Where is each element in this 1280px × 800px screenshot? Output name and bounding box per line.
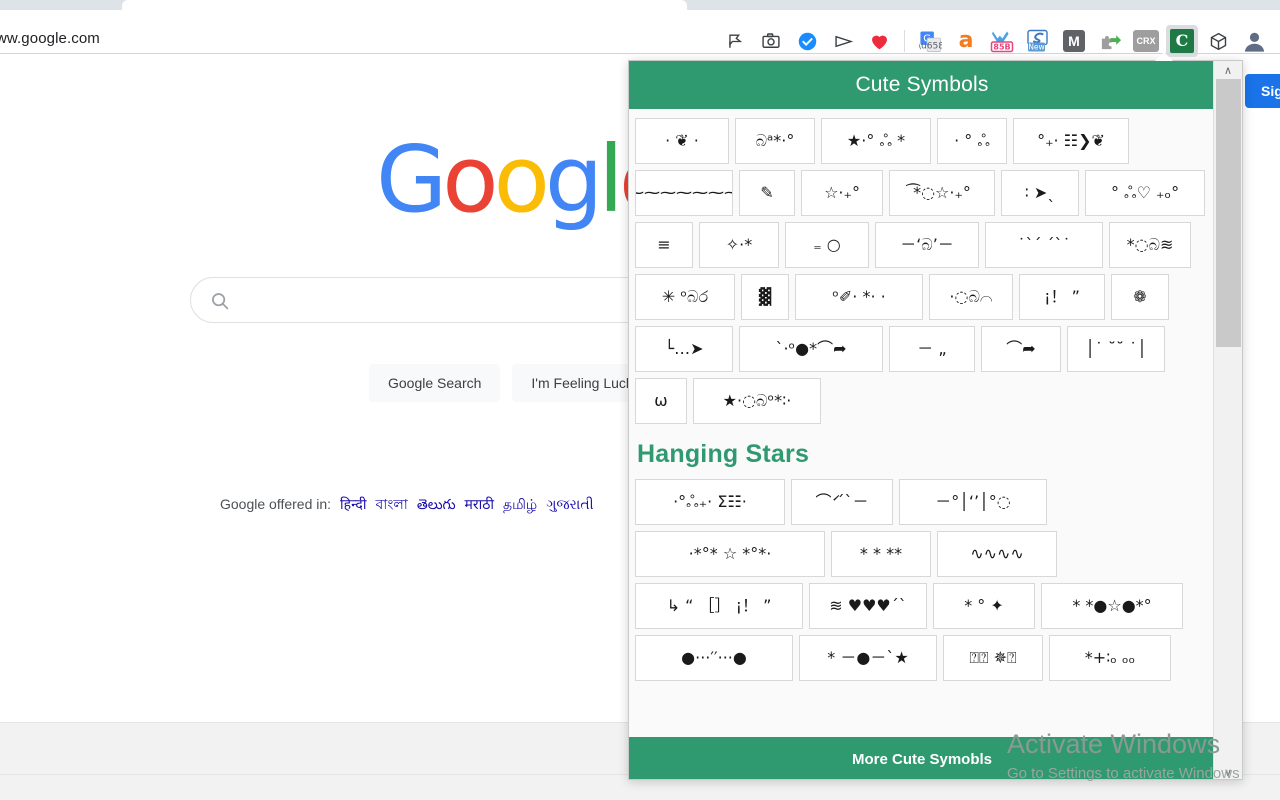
popup-scrollbar[interactable]: ∧ ∨ [1213,61,1242,779]
toolbar-divider [904,30,905,52]
symbol-tile[interactable]: ✧·* [699,222,779,268]
symbol-tile[interactable]: ⍰⍰ ✵⍰ [943,635,1043,681]
symbol-tile[interactable]: · ° ஃ [937,118,1007,164]
logo-letter-o2: o [493,126,550,233]
tab-strip [0,0,1280,10]
language-link-bengali[interactable]: বাংলা [376,496,408,512]
offered-in-row: Google offered in: हिन्दी বাংলা తెలుగు मराठी… [220,493,594,517]
symbol-tile[interactable]: ≡ [635,222,693,268]
symbol-tile[interactable]: ∶ ➤ˎ [1001,170,1079,216]
address-bar[interactable]: ww.google.com [0,30,100,47]
search-buttons-row: Google Search I'm Feeling Lucky [369,364,659,402]
symbol-tile[interactable]: බᵃ*·° [735,118,815,164]
letter-m-glyph: M [1063,30,1085,52]
symbol-tile[interactable]: · ❦ · [635,118,729,164]
symbol-tile[interactable]: ✳ ᵒබර [635,274,735,320]
symbol-tile[interactable]: ✎ [739,170,795,216]
symbol-tile[interactable]: ⌒➦ [981,326,1061,372]
svg-text:\u6587: \u6587 [919,41,942,51]
language-link-tamil[interactable]: தமிழ் [503,496,537,512]
logo-letter-g2: g [544,126,603,233]
logo-letter-l: l [598,126,623,233]
sign-in-button[interactable]: Sign in [1245,74,1280,108]
symbol-tile[interactable]: *+∶ₒ ₒₒ [1049,635,1171,681]
symbol-tile[interactable]: `·ᵒ●*⌒➦ [739,326,883,372]
symbol-tile[interactable]: │˙ ˘˘ ˙│ [1067,326,1165,372]
symbol-tile[interactable]: ☆·₊° [801,170,883,216]
svg-text:85B: 85B [993,42,1010,51]
search-icon [209,290,231,312]
symbol-tile[interactable]: ⁓⁓⁓⁓⁓⁓⁓ [635,170,733,216]
scrollbar-down-arrow[interactable]: ∨ [1214,763,1242,779]
symbol-sections: · ❦ ·බᵃ*·°★·° ஃ *· ° ஃ°₊· ☷❯❦ ⁓⁓⁓⁓⁓⁓⁓✎☆·₊… [635,118,1209,681]
language-link-telugu[interactable]: తెలుగు [417,496,456,512]
symbol-tile[interactable]: °₊· ☷❯❦ [1013,118,1129,164]
symbol-tile[interactable]: －‘බ’－ [875,222,979,268]
sign-in-label: Sign in [1261,83,1280,99]
extension-toolbar: G \u6587 a 85B [717,20,1272,62]
symbol-tile[interactable]: * ° ✦ [933,583,1035,629]
popup-header: Cute Symbols [629,61,1215,109]
language-link-gujarati[interactable]: ગુજરાતી [546,496,593,512]
offered-in-label: Google offered in: [220,496,332,512]
logo-letter-o1: o [442,126,498,233]
symbol-tile[interactable]: ˙`´ ´`˙ [985,222,1103,268]
symbol-tile[interactable]: ͡*◌☆·₊° [889,170,995,216]
symbol-tile[interactable]: ∿∿∿∿ [937,531,1057,577]
symbol-tile[interactable]: └…➤ [635,326,733,372]
symbol-tile[interactable]: ·*°* ☆ *°*· [635,531,825,577]
language-link-marathi[interactable]: मराठी [465,496,494,512]
scrollbar-thumb[interactable] [1216,79,1241,347]
symbol-tile[interactable]: ·°ஃ₊· Σ☷· [635,479,785,525]
toolbar-divider-line [0,53,1280,54]
crx-glyph: CRX [1133,30,1159,52]
active-tab[interactable] [122,0,687,10]
google-logo: Google [376,134,675,226]
symbol-tile[interactable]: ₌ ○ [785,222,869,268]
popup-caret [1155,52,1173,61]
symbol-tile[interactable]: *◌බ≋ [1109,222,1191,268]
symbol-tile[interactable]: * －●－`★ [799,635,937,681]
symbol-tile[interactable]: ¡！ ” [1019,274,1105,320]
symbol-tile[interactable]: ★·◌බᵒ*∶· [693,378,821,424]
google-search-button[interactable]: Google Search [369,364,501,402]
browser-toolbar: ww.google.com \u65 a 85B New M CRX C [0,10,1280,57]
symbol-tile[interactable]: ° ஃ♡ ₊ₒ° [1085,170,1205,216]
symbol-tile[interactable]: ●···′′···● [635,635,793,681]
cute-symbols-glyph: C [1170,29,1194,53]
symbol-tile[interactable]: ▓ [741,274,789,320]
more-cute-symbols-link[interactable]: More Cute Symobls [852,751,992,768]
symbol-tile[interactable]: ≋ ♥♥♥´ˋ [809,583,927,629]
section-heading-1: Hanging Stars [637,440,810,468]
popup-title: Cute Symbols [855,73,989,96]
symbol-tile[interactable]: － „ [889,326,975,372]
symbol-tile[interactable]: ω [635,378,687,424]
symbol-tile[interactable]: ↳ “ ［］ ¡！ ” [635,583,803,629]
symbol-tile[interactable]: * *●☆●*° [1041,583,1183,629]
symbol-tile[interactable]: －°│‘’│°◌ [899,479,1047,525]
symbol-tile[interactable]: ❁ [1111,274,1169,320]
svg-text:New: New [1028,42,1045,51]
symbol-grid-1: ·°ஃ₊· Σ☷· ⌒́ ˊˋ－ －°│‘’│°◌ ·*°* ☆ *°*· * * **… [635,479,1209,681]
symbol-grid-0: · ❦ ·බᵃ*·°★·° ஃ *· ° ஃ°₊· ☷❯❦ ⁓⁓⁓⁓⁓⁓⁓✎☆·₊… [635,118,1209,424]
scrollbar-up-arrow[interactable]: ∧ [1214,61,1242,79]
symbol-tile[interactable]: ·◌බ⌒ [929,274,1013,320]
symbol-tile[interactable]: ⌒́ ˊˋ－ [791,479,893,525]
cute-symbols-popup: Cute Symbols · ❦ · බᵃ*·° ★·° ஃ * · ° ஃ °₊· ☷… [628,60,1243,780]
symbol-tile[interactable]: * * ** [831,531,931,577]
language-link-hindi[interactable]: हिन्दी [340,496,366,512]
symbol-tile[interactable]: ᵒ✐· *· · [795,274,923,320]
logo-letter-g: G [376,126,447,233]
popup-footer[interactable]: More Cute Symobls [629,737,1215,779]
popup-body[interactable]: · ❦ ·බᵃ*·°★·° ஃ *· ° ஃ°₊· ☷❯❦ ⁓⁓⁓⁓⁓⁓⁓✎☆·₊… [629,109,1215,745]
browser-chrome: ww.google.com \u65 a 85B New M CRX C [0,0,1280,57]
symbol-tile[interactable]: ★·° ஃ * [821,118,931,164]
